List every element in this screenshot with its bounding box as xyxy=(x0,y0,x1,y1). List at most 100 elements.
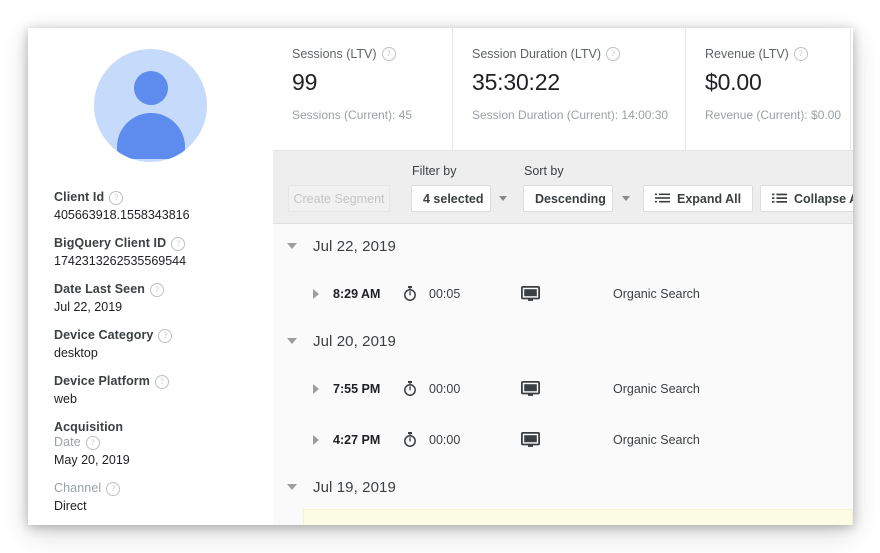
expand-all-group: Expand All xyxy=(643,185,754,212)
help-icon[interactable]: ? xyxy=(381,47,396,61)
property-label: Client Id xyxy=(54,190,105,204)
expand-all-button[interactable]: Expand All xyxy=(643,185,754,212)
help-icon[interactable]: ? xyxy=(171,236,186,251)
collapse-all-label: Collapse All xyxy=(794,191,853,206)
property-bigquery-client-id: BigQuery Client ID ? 1742313262535569544 xyxy=(54,236,273,269)
stopwatch-icon xyxy=(403,286,429,301)
highlighted-session-row[interactable] xyxy=(303,509,853,525)
help-icon[interactable]: ? xyxy=(606,47,620,61)
metric-subtext: Sessions (Current): 45 xyxy=(292,108,413,122)
session-row[interactable]: 4:27 PM 00:00 Organic Search xyxy=(273,414,853,465)
session-row[interactable]: 7:55 PM 00:00 Organic Search xyxy=(273,363,853,414)
metric-value: $0.00 xyxy=(705,69,762,95)
property-value: Direct xyxy=(54,499,87,513)
desktop-monitor-icon xyxy=(521,431,613,448)
chevron-down-icon xyxy=(499,196,508,201)
help-icon[interactable]: ? xyxy=(154,374,169,389)
expand-all-label: Expand All xyxy=(677,191,742,206)
session-time: 7:55 PM xyxy=(333,381,381,396)
property-label: Device Category xyxy=(54,328,154,342)
help-icon[interactable]: ? xyxy=(793,47,808,61)
day-label: Jul 20, 2019 xyxy=(313,332,396,350)
filter-by-value: 4 selected xyxy=(423,191,484,206)
day-header[interactable]: Jul 22, 2019 xyxy=(273,224,853,268)
chevron-down-icon[interactable] xyxy=(287,243,297,249)
list-toolbar: Create Segment Filter by 4 selected Sort… xyxy=(273,151,853,224)
chevron-right-icon[interactable] xyxy=(313,383,319,394)
main-content: Sessions (LTV) ? 99 Sessions (Current): … xyxy=(273,28,853,525)
session-source: Organic Search xyxy=(613,286,700,301)
help-icon[interactable]: ? xyxy=(150,282,165,297)
property-label: BigQuery Client ID xyxy=(54,236,167,250)
property-value: 405663918.1558343816 xyxy=(54,208,190,222)
desktop-monitor-icon xyxy=(521,285,613,302)
chevron-down-icon xyxy=(621,196,630,201)
chevron-right-icon[interactable] xyxy=(313,288,319,299)
metric-title: Sessions (LTV) xyxy=(292,47,377,61)
chevron-down-icon[interactable] xyxy=(287,484,297,490)
help-icon[interactable]: ? xyxy=(106,481,121,496)
day-label: Jul 22, 2019 xyxy=(313,237,396,255)
property-label: Device Platform xyxy=(54,374,150,388)
day-header[interactable]: Jul 19, 2019 xyxy=(273,465,853,509)
day-group: Jul 20, 2019 7:55 PM 00:00 Organic Searc… xyxy=(273,319,853,465)
help-icon[interactable]: ? xyxy=(85,435,100,450)
sort-by-value: Descending xyxy=(535,191,606,206)
day-label: Jul 19, 2019 xyxy=(313,478,396,496)
property-device-category: Device Category ? desktop xyxy=(54,328,273,361)
session-duration: 00:05 xyxy=(429,286,461,301)
chevron-down-icon[interactable] xyxy=(287,338,297,344)
metric-card-sessions-ltv: Sessions (LTV) ? 99 Sessions (Current): … xyxy=(273,28,453,150)
stopwatch-icon xyxy=(403,381,429,396)
help-icon[interactable]: ? xyxy=(158,328,173,343)
session-time: 8:29 AM xyxy=(333,286,381,301)
property-acquisition-date: Acquisition Date ? May 20, 2019 xyxy=(54,420,273,468)
collapse-all-group: Collapse All xyxy=(760,185,853,212)
session-time: 4:27 PM xyxy=(333,432,381,447)
property-value: desktop xyxy=(54,346,98,360)
property-acquisition-channel: Channel ? Direct xyxy=(54,481,273,514)
property-label: Date xyxy=(54,435,81,449)
user-explorer-panel: Client Id ? 405663918.1558343816 BigQuer… xyxy=(28,28,853,525)
property-label: Channel xyxy=(54,481,102,495)
metric-subtext: Session Duration (Current): 14:00:30 xyxy=(472,108,669,122)
filter-by-select[interactable]: 4 selected xyxy=(411,185,508,212)
list-lines-icon xyxy=(772,193,787,205)
session-source: Organic Search xyxy=(613,432,700,447)
metric-value: 35:30:22 xyxy=(472,69,560,95)
avatar-container xyxy=(28,28,273,162)
property-label: Date Last Seen xyxy=(54,282,146,296)
day-header[interactable]: Jul 20, 2019 xyxy=(273,319,853,363)
property-date-last-seen: Date Last Seen ? Jul 22, 2019 xyxy=(54,282,273,315)
filter-by-label: Filter by xyxy=(412,164,457,178)
session-row[interactable]: 8:29 AM 00:05 Organic Search xyxy=(273,268,853,319)
day-group: Jul 22, 2019 8:29 AM 00:05 Organic Searc… xyxy=(273,224,853,319)
metric-subtext: Revenue (Current): $0.00 xyxy=(705,108,842,122)
user-properties-list: Client Id ? 405663918.1558343816 BigQuer… xyxy=(28,162,273,525)
day-group: Jul 19, 2019 xyxy=(273,465,853,525)
sessions-list[interactable]: Jul 22, 2019 8:29 AM 00:05 Organic Searc… xyxy=(273,224,853,525)
create-segment-button[interactable]: Create Segment xyxy=(288,185,390,212)
sort-by-select[interactable]: Descending xyxy=(523,185,630,212)
session-duration: 00:00 xyxy=(429,432,461,447)
avatar xyxy=(94,49,207,162)
expand-rows-icon xyxy=(655,193,670,205)
sort-by-group: Sort by Descending xyxy=(523,164,630,212)
chevron-right-icon[interactable] xyxy=(313,434,319,445)
property-value: May 20, 2019 xyxy=(54,453,130,467)
session-duration: 00:00 xyxy=(429,381,461,396)
property-value: web xyxy=(54,392,77,406)
session-source: Organic Search xyxy=(613,381,700,396)
filter-by-group: Filter by 4 selected xyxy=(411,164,508,212)
stopwatch-icon xyxy=(403,432,429,447)
property-device-platform: Device Platform ? web xyxy=(54,374,273,407)
sort-by-label: Sort by xyxy=(524,164,564,178)
collapse-all-button[interactable]: Collapse All xyxy=(760,185,853,212)
create-segment-group: Create Segment xyxy=(288,185,390,212)
metric-cards: Sessions (LTV) ? 99 Sessions (Current): … xyxy=(273,28,853,151)
metric-title: Revenue (LTV) xyxy=(705,47,789,61)
property-value: Jul 22, 2019 xyxy=(54,300,123,314)
help-icon[interactable]: ? xyxy=(109,190,124,205)
metric-title: Session Duration (LTV) xyxy=(472,47,601,61)
property-client-id: Client Id ? 405663918.1558343816 xyxy=(54,190,273,223)
